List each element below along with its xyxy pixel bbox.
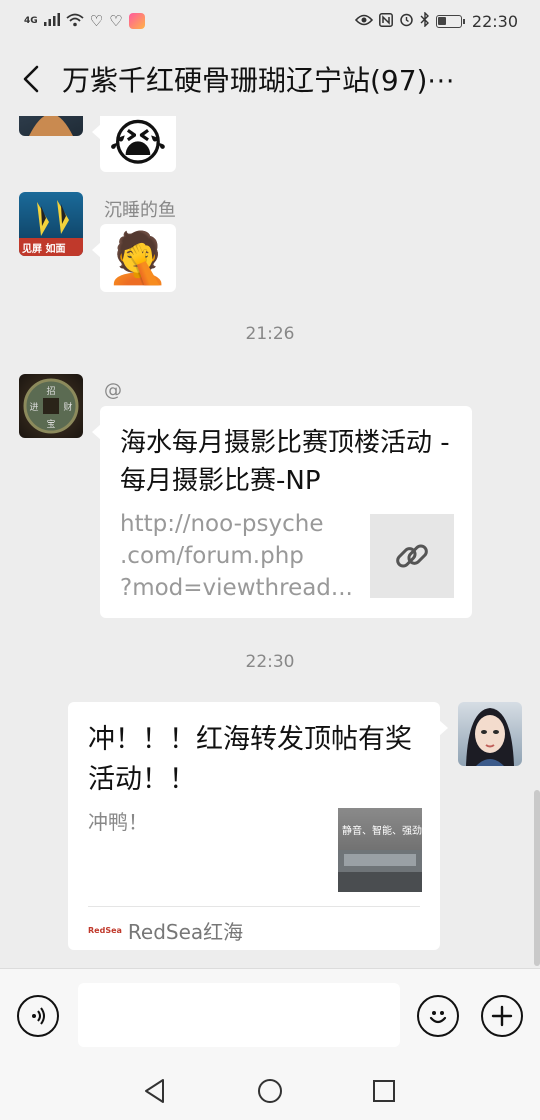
battery-fill [437,16,446,25]
my-avatar[interactable] [458,702,522,766]
message-input[interactable] [78,983,400,1047]
share-source-name: RedSea红海 [127,920,244,944]
link-url-line: .com/forum.php [120,543,304,569]
signal-icon [43,13,60,29]
share-card[interactable]: 冲！！！红海转发顶帖有奖活动！！ 冲鸭！ 静音、智能、强劲 RedSea Red… [68,702,448,950]
share-thumbnail: 静音、智能、强劲 [338,808,422,892]
message-bubble[interactable]: 😭 [92,116,176,172]
avatar[interactable]: 见屏 如面 [19,192,83,256]
link-url-line: ?mod=viewthread... [120,575,353,601]
redsea-logo-icon: RedSea [88,926,122,935]
square-recent-icon [373,1080,395,1102]
back-button[interactable] [0,42,62,116]
system-nav-bar [0,1060,540,1120]
timestamp: 21:26 [245,324,295,344]
sender-name: 沉睡的鱼 [104,200,176,221]
bluetooth-icon [420,11,430,30]
nav-back-button[interactable] [140,1076,170,1106]
link-card[interactable]: 海水每月摄影比赛顶楼活动 - 每月摄影比赛-NP http://noo-psyc… [92,406,472,618]
chat-title: 万紫千红硬骨珊瑚辽宁站(97)··· [62,59,502,99]
eye-icon [354,14,373,29]
circle-home-icon [258,1079,282,1103]
share-source: RedSea RedSea红海 [88,916,243,945]
wifi-icon [66,13,84,30]
sender-name: @ [104,380,122,401]
alarm-icon [399,12,414,30]
link-url-line: http://noo-psyche [120,511,324,537]
status-bar: 4G ♡ ♡ 22:30 [0,0,540,42]
svg-text:招: 招 [46,385,55,397]
app-badge-icon [128,13,145,29]
nfc-icon [378,12,393,30]
svg-text:财: 财 [63,401,72,413]
heart-outline-icon: ♡ [109,11,123,30]
avatar-caption: 见屏 如面 [22,244,66,255]
divider [88,906,420,907]
nav-home-button[interactable] [255,1076,285,1106]
svg-text:宝: 宝 [46,418,55,430]
battery-icon [435,14,465,28]
voice-icon [32,1007,45,1025]
link-icon [396,544,428,568]
voice-button[interactable] [17,995,59,1037]
more-functions-button[interactable] [481,995,523,1037]
link-thumbnail [370,514,454,598]
status-left: 4G ♡ ♡ [24,13,145,30]
status-time: 22:30 [471,11,518,31]
smiley-icon [429,1011,447,1024]
heart-outline-icon: ♡ [89,11,104,30]
message-list[interactable]: 😭 见屏 如面 沉睡的鱼 🤦 21:26 招宝进 财 @ 海水每月摄影比赛顶楼活动… [0,116,540,968]
link-title: 海水每月摄影比赛顶楼活动 - 每月摄影比赛-NP [120,428,450,496]
emoji-button[interactable] [417,995,459,1037]
message-bubble[interactable]: 🤦 [92,224,176,292]
crying-emoji: 😭 [108,116,168,172]
chat-header: 万紫千红硬骨珊瑚辽宁站(97)··· [0,42,540,116]
chevron-left-icon [23,65,39,93]
plus-icon [491,1005,513,1027]
nav-recent-button[interactable] [369,1076,399,1106]
scrollbar[interactable] [534,790,540,966]
network-4g-icon: 4G [24,15,38,26]
avatar[interactable]: 招宝进 财 [19,374,83,438]
svg-text:进: 进 [29,402,38,413]
input-bar [0,968,540,1060]
chat-title-text: 万紫千红硬骨珊瑚辽宁站(97) [62,64,428,97]
share-title: 冲！！！红海转发顶帖有奖活动！！ [88,724,412,795]
timestamp: 22:30 [245,652,295,672]
avatar[interactable] [19,116,83,136]
triangle-back-icon [145,1079,164,1103]
status-right: 22:30 [354,11,518,31]
facepalm-emoji: 🤦 [106,229,170,287]
more-icon[interactable]: ··· [427,67,455,97]
